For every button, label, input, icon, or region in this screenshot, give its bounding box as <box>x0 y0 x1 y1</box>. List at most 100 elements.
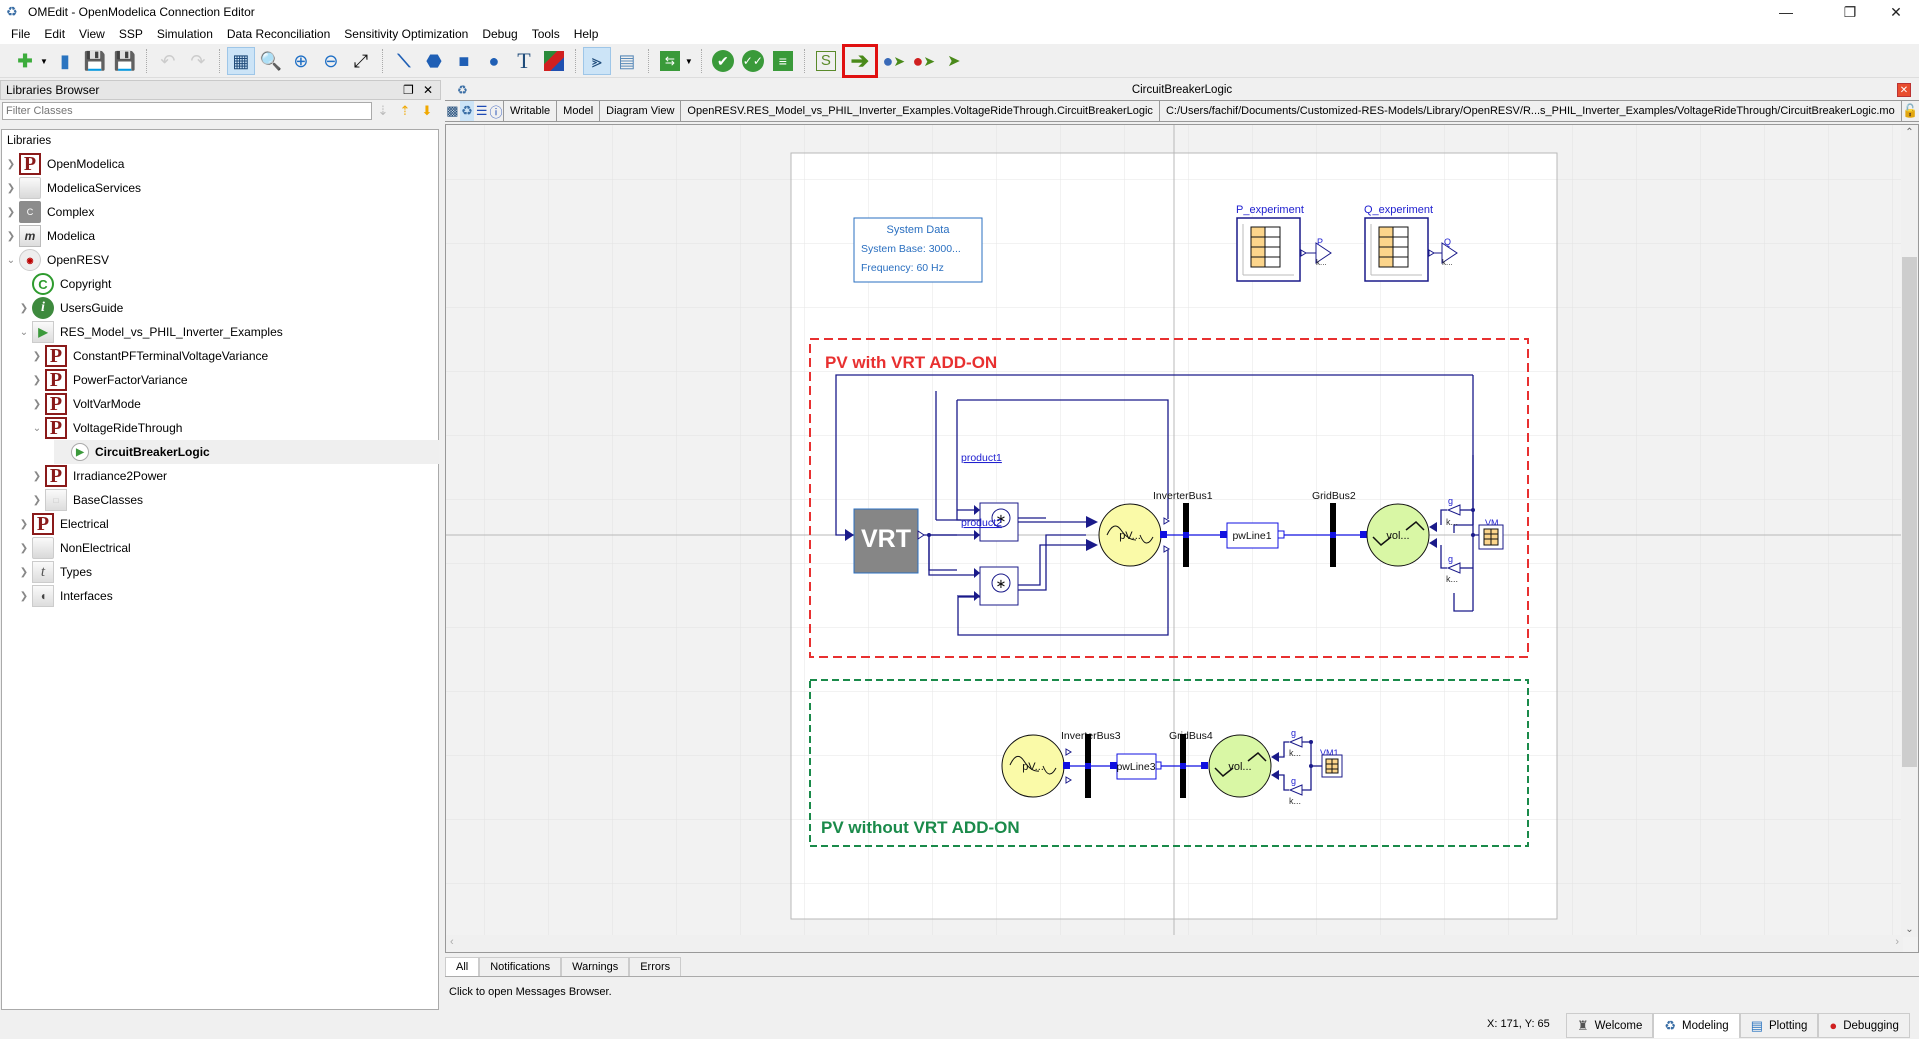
expand-all-icon[interactable]: ⇡ <box>394 103 416 119</box>
rectangle-tool-button[interactable]: ■ <box>450 47 478 75</box>
save-all-button[interactable]: 💾 <box>111 47 139 75</box>
simulation-setup-button[interactable]: S <box>812 47 840 75</box>
scroll-left-icon[interactable]: ‹ <box>450 936 454 948</box>
zoom-in-button[interactable]: ⊕ <box>287 47 315 75</box>
chevron-right-icon[interactable]: ❯ <box>5 207 17 218</box>
tree-item-voltageridethrough[interactable]: ⌄ P VoltageRideThrough <box>28 416 465 440</box>
tree-item-modelica[interactable]: ❯ m Modelica <box>2 224 439 248</box>
scroll-up-icon[interactable]: ⌃ <box>1901 127 1918 138</box>
tree-item-powerfactorvariance[interactable]: ❯ P PowerFactorVariance <box>28 368 465 392</box>
simulate-transformational-debugger-button[interactable]: ● ➤ <box>910 47 938 75</box>
chevron-right-icon[interactable]: ❯ <box>18 519 30 530</box>
system-data-block[interactable]: System Data System Base: 3000... Frequen… <box>853 217 983 283</box>
tab-warnings[interactable]: Warnings <box>561 957 630 976</box>
diagram-canvas[interactable]: System Data System Base: 3000... Frequen… <box>445 124 1919 953</box>
menu-edit[interactable]: Edit <box>37 27 72 41</box>
lock-button[interactable]: 🔓 <box>1902 101 1919 121</box>
tree-item-baseclasses[interactable]: ❯ □ BaseClasses <box>28 488 465 512</box>
vertical-scroll-thumb[interactable] <box>1902 257 1917 767</box>
restore-button[interactable]: ❐ <box>1827 0 1873 24</box>
text-tool-button[interactable]: T <box>510 47 538 75</box>
tree-item-complex[interactable]: ❯ C Complex <box>2 200 439 224</box>
undock-icon[interactable]: ❐ <box>403 83 414 97</box>
menu-view[interactable]: View <box>72 27 112 41</box>
reset-zoom-button[interactable]: 🔍 <box>257 47 285 75</box>
tree-item-modelicaservices[interactable]: ❯ ModelicaServices <box>2 176 439 200</box>
text-view-button[interactable]: ☰ <box>474 101 489 121</box>
save-button[interactable]: 💾 <box>81 47 109 75</box>
tab-errors[interactable]: Errors <box>629 957 682 976</box>
chevron-right-icon[interactable]: ❯ <box>18 567 30 578</box>
chevron-right-icon[interactable]: ❯ <box>18 591 30 602</box>
icon-view-button[interactable]: ▩ <box>445 101 460 121</box>
vertical-scrollbar[interactable]: ⌃ ⌄ <box>1901 125 1918 937</box>
tree-item-usersguide[interactable]: ❯ i UsersGuide <box>15 296 452 320</box>
tab-all[interactable]: All <box>445 957 480 976</box>
scroll-right-icon[interactable]: › <box>1895 936 1899 948</box>
simulate-button[interactable]: ➔ <box>841 44 878 78</box>
close-window-button[interactable]: ✕ <box>1873 0 1919 24</box>
undo-button[interactable]: ↶ <box>154 47 182 75</box>
tree-item-res-model-vs-phil-inverter-examples[interactable]: ⌄ ▶ RES_Model_vs_PHIL_Inverter_Examples <box>15 320 452 344</box>
scroll-down-icon[interactable]: ⌄ <box>1901 924 1918 935</box>
chevron-right-icon[interactable]: ❯ <box>18 303 30 314</box>
menu-file[interactable]: File <box>4 27 37 41</box>
pwline1-block[interactable]: pwLine1 <box>1220 522 1285 549</box>
tree-item-openmodelica[interactable]: ❯ P OpenModelica <box>2 152 439 176</box>
simulate-animation-button[interactable]: ➤ <box>940 47 968 75</box>
tree-item-irradiance2power[interactable]: ❯ P Irradiance2Power <box>28 464 465 488</box>
polygon-tool-button[interactable]: ⬣ <box>420 47 448 75</box>
chevron-right-icon[interactable]: ❯ <box>31 495 43 506</box>
simulate-algorithmic-debugger-button[interactable]: ● ➤ <box>880 47 908 75</box>
tree-item-electrical[interactable]: ❯ P Electrical <box>15 512 452 536</box>
instantiate-button[interactable]: ≡ <box>769 47 797 75</box>
zoom-out-button[interactable]: ⊖ <box>317 47 345 75</box>
messages-browser-hint[interactable]: Click to open Messages Browser. <box>449 986 612 998</box>
menu-data-reconciliation[interactable]: Data Reconciliation <box>220 27 337 41</box>
menu-simulation[interactable]: Simulation <box>150 27 220 41</box>
redo-button[interactable]: ↷ <box>184 47 212 75</box>
tree-item-voltvarmode[interactable]: ❯ P VoltVarMode <box>28 392 465 416</box>
menu-help[interactable]: Help <box>567 27 606 41</box>
load-library-icon[interactable]: ⬇ <box>416 103 438 119</box>
chevron-down-icon[interactable]: ⌄ <box>31 423 43 434</box>
check-model-button[interactable]: ✔ <box>709 47 737 75</box>
chevron-right-icon[interactable]: ❯ <box>5 159 17 170</box>
connect-mode-button[interactable]: ⪢ <box>582 47 611 75</box>
new-model-button[interactable]: ✚ <box>11 47 39 75</box>
close-model-button[interactable]: ✕ <box>1897 83 1911 97</box>
chevron-right-icon[interactable]: ❯ <box>5 231 17 242</box>
chevron-down-icon[interactable]: ⌄ <box>5 255 17 266</box>
fmi-dropdown-chevron-icon[interactable]: ▼ <box>685 57 693 66</box>
tree-item-copyright[interactable]: C Copyright <box>15 272 452 296</box>
documentation-view-button[interactable]: ⓘ <box>489 101 505 121</box>
menu-ssp[interactable]: SSP <box>112 27 150 41</box>
perspective-welcome[interactable]: ♜ Welcome <box>1566 1013 1654 1038</box>
tab-notifications[interactable]: Notifications <box>479 957 562 976</box>
vrt-block[interactable]: VRT <box>845 508 925 574</box>
check-all-button[interactable]: ✓✓ <box>739 47 767 75</box>
collapse-all-icon[interactable]: ⇣ <box>372 103 394 119</box>
line-tool-button[interactable]: ⟍ <box>390 47 418 75</box>
horizontal-scrollbar[interactable]: ‹ › <box>446 935 1903 952</box>
chevron-right-icon[interactable]: ❯ <box>31 351 43 362</box>
chevron-down-icon[interactable]: ⌄ <box>18 327 30 338</box>
chevron-right-icon[interactable]: ❯ <box>31 471 43 482</box>
new-dropdown-chevron-icon[interactable]: ▼ <box>40 57 48 66</box>
tree-item-nonelectrical[interactable]: ❯ NonElectrical <box>15 536 452 560</box>
perspective-modeling[interactable]: ♻ Modeling <box>1653 1013 1740 1038</box>
filter-classes-input[interactable] <box>2 102 372 120</box>
bitmap-tool-button[interactable] <box>540 47 568 75</box>
perspective-debugging[interactable]: ● Debugging <box>1818 1013 1910 1038</box>
perspective-plotting[interactable]: ▤ Plotting <box>1739 1013 1819 1038</box>
menu-sensitivity-optimization[interactable]: Sensitivity Optimization <box>337 27 475 41</box>
chevron-right-icon[interactable]: ❯ <box>18 543 30 554</box>
fmi-button[interactable]: ⇆ <box>656 47 684 75</box>
chevron-right-icon[interactable]: ❯ <box>31 375 43 386</box>
tree-item-interfaces[interactable]: ❯ ◖ Interfaces <box>15 584 452 608</box>
tree-item-constantpfterminalvoltagevariance[interactable]: ❯ P ConstantPFTerminalVoltageVariance <box>28 344 465 368</box>
close-panel-icon[interactable]: ✕ <box>423 83 433 97</box>
minimize-button[interactable]: — <box>1763 0 1809 24</box>
tree-item-types[interactable]: ❯ t Types <box>15 560 452 584</box>
open-button[interactable]: ▮ <box>51 47 79 75</box>
